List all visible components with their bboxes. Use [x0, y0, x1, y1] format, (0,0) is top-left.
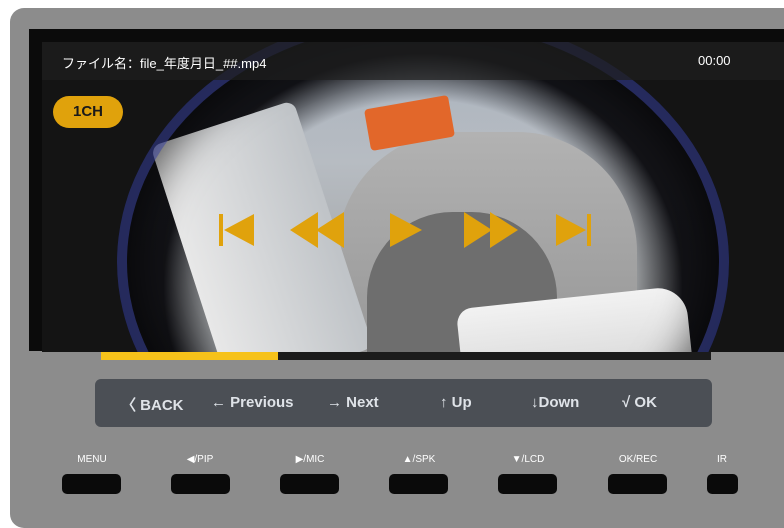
menu-hardware-button[interactable]	[62, 474, 121, 494]
progress-bar[interactable]	[101, 352, 711, 360]
fisheye-camera-image	[117, 42, 729, 352]
back-button[interactable]: 〈 BACK	[121, 394, 184, 415]
lcd-hardware-button[interactable]	[498, 474, 557, 494]
next-button[interactable]: → Next	[327, 394, 379, 411]
lens-vignette	[117, 42, 729, 352]
playback-time: 00:00	[698, 53, 731, 68]
ir-hardware-button[interactable]	[707, 474, 738, 494]
previous-button[interactable]: ← Previous	[211, 394, 294, 411]
rewind-icon[interactable]	[288, 210, 346, 250]
pip-button-label: ◀/PIP	[186, 454, 214, 465]
okrec-button-label: OK/REC	[618, 454, 658, 465]
lcd-button-label: ▼/LCD	[511, 454, 545, 465]
mic-hardware-button[interactable]	[280, 474, 339, 494]
pip-hardware-button[interactable]	[171, 474, 230, 494]
fast-forward-icon[interactable]	[462, 210, 520, 250]
down-button[interactable]: ↓Down	[531, 394, 579, 411]
skip-forward-icon[interactable]	[554, 210, 594, 250]
channel-badge[interactable]: 1CH	[53, 96, 123, 128]
skip-back-icon[interactable]	[216, 210, 256, 250]
spk-button-label: ▲/SPK	[402, 454, 436, 465]
video-viewport	[42, 42, 784, 352]
menu-button-label: MENU	[77, 454, 107, 465]
ok-button[interactable]: √ OK	[622, 394, 657, 411]
filename-label: ファイル名：file_年度月日_##.mp4	[62, 56, 267, 71]
okrec-hardware-button[interactable]	[608, 474, 667, 494]
play-icon[interactable]	[388, 210, 424, 250]
spk-hardware-button[interactable]	[389, 474, 448, 494]
file-info-bar: ファイル名：file_年度月日_##.mp4 00:00	[42, 42, 784, 80]
up-button[interactable]: ↑ Up	[440, 394, 472, 411]
navigation-menu: 〈 BACK ← Previous → Next ↑ Up ↓Down √ OK	[95, 379, 712, 427]
progress-fill	[101, 352, 278, 360]
ir-button-label: IR	[717, 454, 727, 465]
mic-button-label: ▶/MIC	[295, 454, 325, 465]
